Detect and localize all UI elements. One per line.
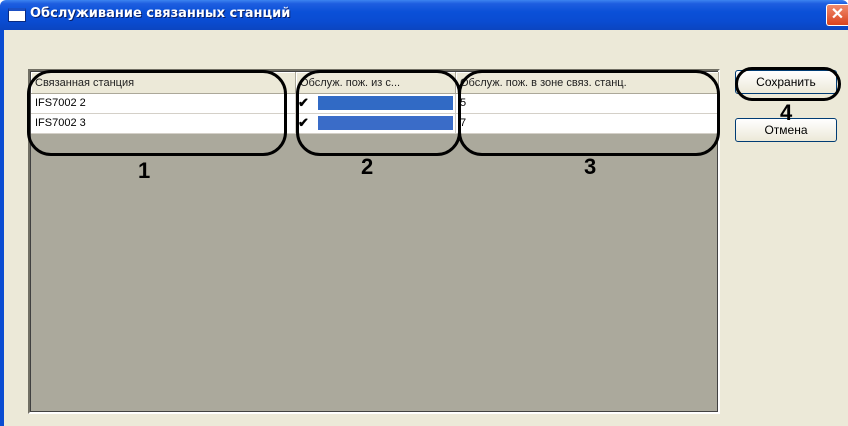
column-header-service-from[interactable]: Обслуж. пож. из с... [296,72,456,94]
station-cell[interactable]: IFS7002 2 [31,94,296,114]
save-button[interactable]: Сохранить [735,70,837,94]
close-button[interactable]: ✕ [826,4,848,26]
table-row[interactable]: IFS7002 2 ✔ 5 [31,94,719,114]
selection-highlight [318,116,453,130]
grid-header: Связанная станция Обслуж. пож. из с... О… [31,72,719,94]
column-header-station[interactable]: Связанная станция [31,72,296,94]
dialog-window: Обслуживание связанных станций ✕ Связанн… [0,0,848,426]
callout-label-2: 2 [361,154,374,179]
column-header-service-zone[interactable]: Обслуж. пож. в зоне связ. станц. [456,72,719,94]
service-from-cell[interactable]: ✔ [296,114,456,134]
service-from-cell[interactable]: ✔ [296,94,456,114]
checkbox-checked-icon[interactable]: ✔ [298,95,309,111]
callout-label-3: 3 [584,154,597,179]
dialog-body: Связанная станция Обслуж. пож. из с... О… [0,30,848,426]
window-title: Обслуживание связанных станций [30,6,291,21]
callout-label-1: 1 [138,158,151,183]
station-cell[interactable]: IFS7002 3 [31,114,296,134]
linked-stations-grid[interactable]: Связанная станция Обслуж. пож. из с... О… [28,69,720,414]
callout-label-4: 4 [780,100,793,125]
table-row[interactable]: IFS7002 3 ✔ 7 [31,114,719,134]
window-icon [8,8,26,22]
selection-highlight [318,96,453,110]
service-zone-cell[interactable]: 7 [456,114,719,134]
title-bar[interactable]: Обслуживание связанных станций ✕ [0,0,848,30]
checkbox-checked-icon[interactable]: ✔ [298,115,309,131]
service-zone-cell[interactable]: 5 [456,94,719,114]
